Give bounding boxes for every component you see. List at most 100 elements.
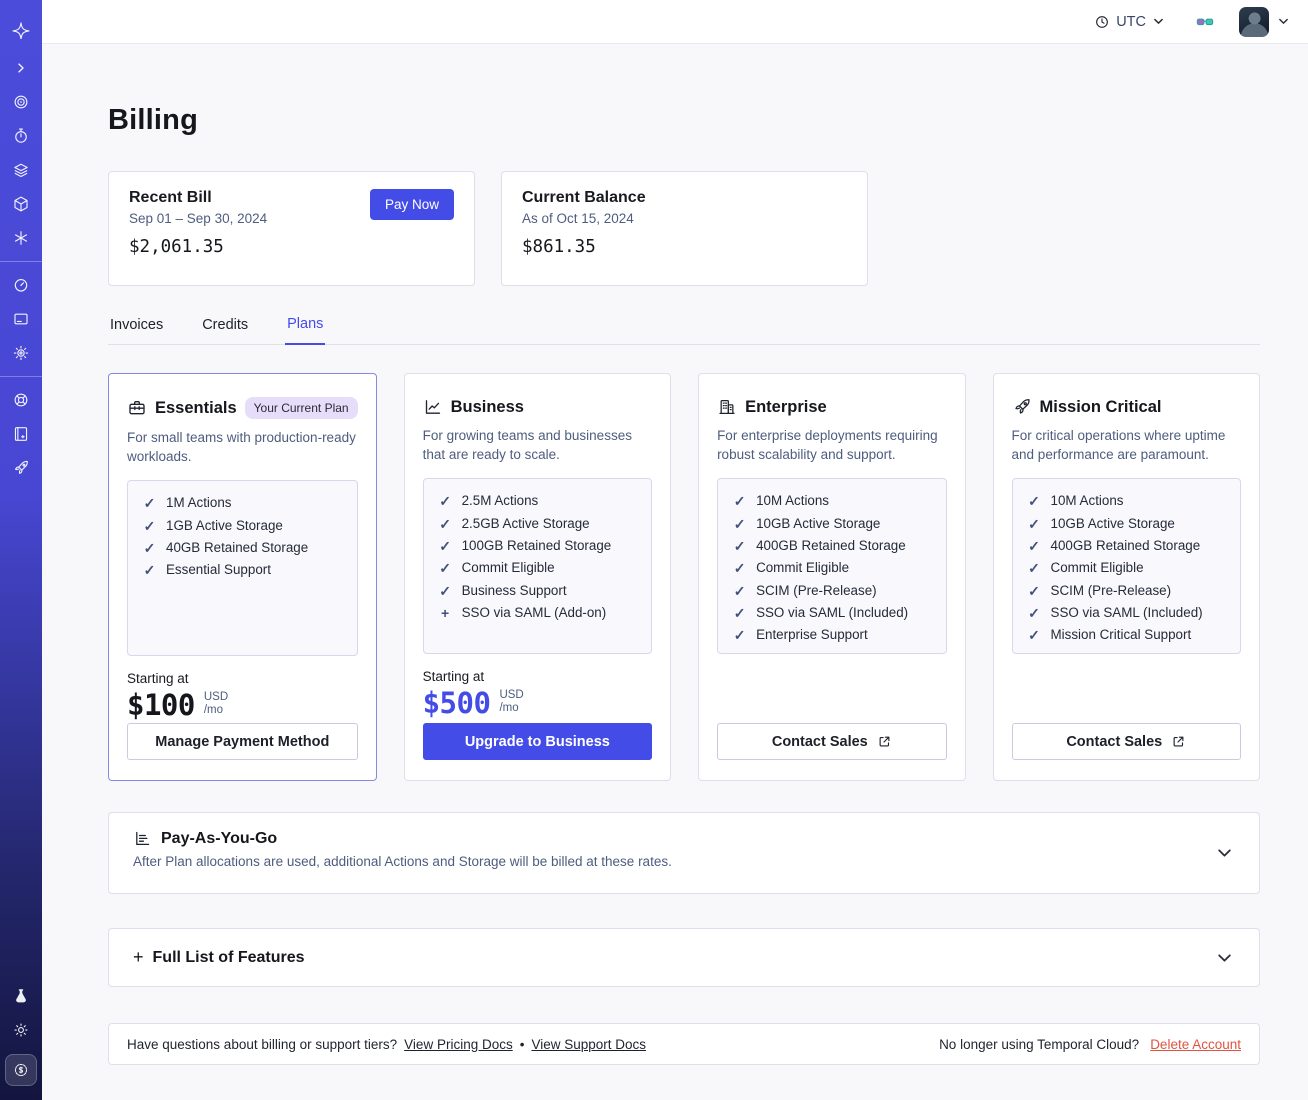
check-icon: ✓	[733, 537, 746, 554]
check-icon: ✓	[439, 493, 451, 510]
payg-accordion[interactable]: Pay-As-You-Go After Plan allocations are…	[108, 812, 1260, 894]
plan-name: Essentials	[155, 398, 237, 417]
recent-bill-card: Recent Bill Sep 01 – Sep 30, 2024 $2,061…	[108, 171, 475, 286]
feature-row: ✓ SSO via SAML (Included)	[1027, 602, 1226, 624]
tab-credits[interactable]: Credits	[200, 310, 250, 344]
billing-tabs: Invoices Credits Plans	[108, 310, 1260, 345]
plan-name: Mission Critical	[1039, 397, 1162, 416]
plan-price: $100	[127, 688, 195, 723]
manage-payment-method-button[interactable]: Manage Payment Method	[127, 723, 358, 760]
price-block: Starting at $500 USD/mo	[423, 669, 652, 720]
price-period: /mo	[203, 704, 224, 717]
feature-text: Business Support	[461, 582, 567, 598]
contact-sales-button[interactable]: Contact Sales	[1011, 723, 1241, 760]
check-icon: ✓	[733, 604, 746, 621]
check-icon: ✓	[733, 582, 746, 599]
feature-text: Mission Critical Support	[1050, 627, 1192, 643]
feature-row: ✓ SCIM (Pre-Release)	[732, 580, 931, 602]
feature-row: ✓ 10GB Active Storage	[732, 513, 931, 535]
feature-row: ✓ 2.5GB Active Storage	[438, 513, 637, 535]
feature-row: ✓ Business Support	[438, 580, 637, 602]
starting-at-label: Starting at	[127, 671, 189, 687]
tab-invoices[interactable]: Invoices	[108, 310, 165, 344]
feature-text: SCIM (Pre-Release)	[1050, 582, 1172, 598]
theme-sun-icon[interactable]	[9, 1018, 33, 1042]
check-icon: ✓	[733, 515, 746, 532]
plan-card-mission-critical: Mission Critical For critical operations…	[992, 373, 1260, 781]
feature-text: 400GB Retained Storage	[756, 537, 906, 553]
price-currency: USD	[499, 689, 524, 702]
invoices-card-icon[interactable]	[9, 307, 33, 331]
namespaces-icon[interactable]	[9, 90, 33, 114]
external-link-icon	[879, 736, 890, 747]
chevron-down-icon[interactable]	[1216, 845, 1233, 862]
pay-now-button[interactable]: Pay Now	[369, 189, 454, 220]
plan-name: Enterprise	[745, 397, 827, 416]
upgrade-to-business-button[interactable]: Upgrade to Business	[422, 723, 653, 760]
workflows-cube-icon[interactable]	[9, 192, 33, 216]
feature-row: ✓ Essential Support	[142, 559, 343, 581]
button-label: Contact Sales	[1066, 733, 1163, 750]
feature-text: SCIM (Pre-Release)	[756, 582, 877, 598]
avatar	[1239, 6, 1269, 37]
nexus-asterisk-icon[interactable]	[9, 226, 33, 250]
footer-bar: Have questions about billing or support …	[108, 1023, 1260, 1065]
plan-features-box: ✓ 10M Actions ✓ 10GB Active Storage ✓ 400GB…	[1011, 478, 1241, 655]
plan-description: For growing teams and businesses that ar…	[422, 428, 632, 463]
feature-text: 1GB Active Storage	[166, 517, 283, 533]
plus-icon: +	[441, 604, 450, 621]
full-features-title: Full List of Features	[152, 948, 305, 966]
plan-card-business: Business For growing teams and businesse…	[403, 373, 672, 781]
plus-icon: +	[133, 947, 144, 967]
feature-text: 100GB Retained Storage	[461, 537, 612, 553]
delete-account-link[interactable]: Delete Account	[1150, 1037, 1241, 1052]
building-icon	[719, 399, 735, 414]
feature-row: ✓ Commit Eligible	[1027, 557, 1226, 579]
feature-row: ✓ 400GB Retained Storage	[1027, 535, 1226, 557]
schedules-icon[interactable]	[9, 124, 33, 148]
view-support-docs-link[interactable]: View Support Docs	[531, 1037, 646, 1052]
footer-question: Have questions about billing or support …	[127, 1036, 398, 1052]
feature-text: 2.5GB Active Storage	[461, 515, 590, 531]
check-icon: ✓	[1028, 582, 1040, 599]
page-title: Billing	[108, 104, 199, 136]
timezone-selector[interactable]: UTC	[1094, 14, 1165, 30]
full-features-accordion[interactable]: + Full List of Features	[108, 928, 1260, 987]
billing-page: Billing Recent Bill Sep 01 – Sep 30, 202…	[42, 44, 1308, 1100]
button-label: Contact Sales	[771, 733, 868, 750]
feature-row: ✓ 10M Actions	[732, 490, 931, 512]
plans-grid: Essentials Your Current Plan For small t…	[108, 373, 1260, 781]
tab-plans[interactable]: Plans	[285, 310, 326, 345]
price-block: Starting at $100 USD/mo	[127, 671, 358, 722]
chart-trend-icon	[425, 400, 440, 414]
rocket-icon	[1014, 399, 1030, 414]
temporal-logo-icon[interactable]	[9, 18, 33, 42]
3d-glasses-icon[interactable]	[1193, 10, 1217, 34]
chevron-down-icon[interactable]	[1216, 949, 1233, 966]
view-pricing-docs-link[interactable]: View Pricing Docs	[404, 1037, 513, 1052]
docs-book-icon[interactable]	[9, 422, 33, 446]
feature-text: 40GB Retained Storage	[166, 539, 309, 555]
footer-right-question: No longer using Temporal Cloud?	[939, 1036, 1140, 1052]
labs-flask-icon[interactable]	[9, 984, 33, 1008]
plan-description: For enterprise deployments requiring rob…	[717, 428, 938, 463]
deployments-icon[interactable]	[9, 158, 33, 182]
getting-started-rocket-icon[interactable]	[9, 456, 33, 480]
feature-row: ✓ SCIM (Pre-Release)	[1027, 580, 1226, 602]
plan-description: For critical operations where uptime and…	[1011, 428, 1226, 463]
check-icon: ✓	[143, 495, 156, 512]
feature-text: 10GB Active Storage	[756, 515, 881, 531]
check-icon: ✓	[439, 537, 451, 554]
support-lifebuoy-icon[interactable]	[9, 388, 33, 412]
settings-gear-icon[interactable]	[9, 341, 33, 365]
sidebar-item-billing-active[interactable]	[5, 1054, 37, 1086]
usage-gauge-icon[interactable]	[9, 273, 33, 297]
price-currency: USD	[203, 691, 229, 704]
chevron-down-icon	[1279, 18, 1288, 24]
contact-sales-button[interactable]: Contact Sales	[717, 723, 947, 760]
check-icon: ✓	[143, 539, 156, 556]
expand-sidebar-icon[interactable]	[9, 56, 33, 80]
feature-row: ✓ 100GB Retained Storage	[438, 535, 637, 557]
account-menu[interactable]	[1239, 6, 1290, 37]
plan-card-enterprise: Enterprise For enterprise deployments re…	[698, 373, 966, 781]
